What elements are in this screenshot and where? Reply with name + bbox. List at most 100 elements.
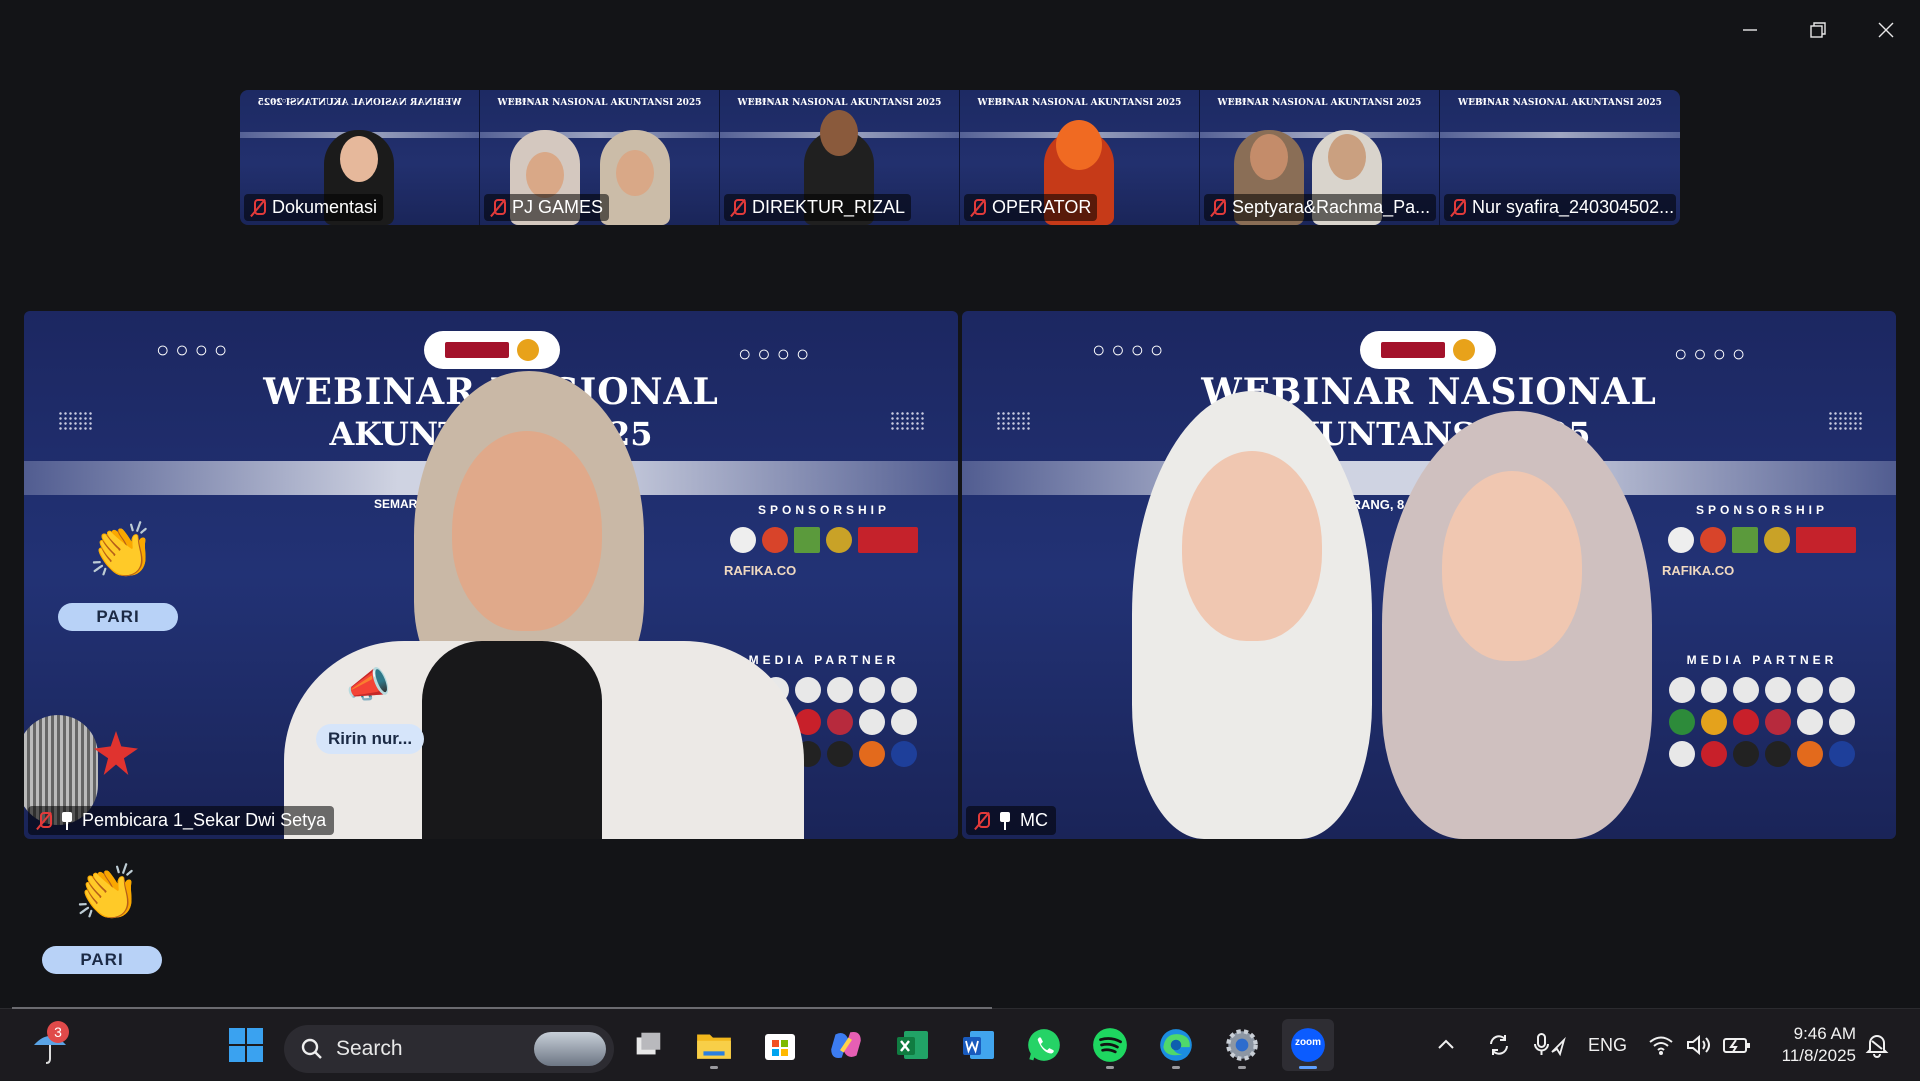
speaker-name: Pembicara 1_Sekar Dwi Setya <box>82 810 327 830</box>
participant-thumbnail[interactable]: ○○○○ WEBINAR NASIONAL AKUNTANSI 2025 Nur… <box>1440 90 1680 225</box>
thumbnail-banner: WEBINAR NASIONAL AKUNTANSI 2025 <box>257 98 462 108</box>
start-icon <box>229 1028 263 1062</box>
mic-location-button[interactable] <box>1534 1009 1566 1081</box>
participant-name: DIREKTUR_RIZAL <box>752 197 906 217</box>
microsoft-store-icon <box>765 1034 795 1060</box>
participant-thumbnail[interactable]: ○○○○ WEBINAR NASIONAL AKUNTANSI 2025 DIR… <box>720 90 960 225</box>
pin-icon <box>60 811 74 830</box>
excel-button[interactable] <box>886 1019 938 1071</box>
excel-icon <box>897 1031 928 1059</box>
minimize-icon <box>1743 29 1757 31</box>
whatsapp-button[interactable] <box>1018 1019 1070 1071</box>
megaphone-icon: 📣 <box>346 664 391 705</box>
speaker-top <box>422 641 602 839</box>
mc-face <box>1182 451 1322 641</box>
file-explorer-button[interactable] <box>688 1019 740 1071</box>
input-language-button[interactable]: ENG <box>1588 1009 1627 1081</box>
participant-face <box>526 152 564 198</box>
search-placeholder: Search <box>336 1037 403 1060</box>
copilot-button[interactable] <box>820 1019 872 1071</box>
clock-time: 9:46 AM <box>1793 1024 1856 1043</box>
sponsor-logos <box>714 527 934 553</box>
thumbnail-banner: WEBINAR NASIONAL AKUNTANSI 2025 <box>497 98 702 108</box>
zoom-meeting-window: ○○○○ WEBINAR NASIONAL AKUNTANSI 2025 Dok… <box>0 0 1920 1008</box>
participant-nameplate: PJ GAMES <box>484 194 610 221</box>
thumbnail-banner: WEBINAR NASIONAL AKUNTANSI 2025 <box>977 98 1182 108</box>
settings-icon <box>1226 1029 1258 1061</box>
reaction-name-pill: PARI <box>42 946 162 974</box>
sponsorship-heading: SPONSORSHIP <box>757 503 891 517</box>
word-button[interactable] <box>952 1019 1004 1071</box>
mic-muted-icon <box>730 198 746 217</box>
thumbnail-band <box>1440 132 1680 138</box>
decor-circles: ○○○○ <box>1674 341 1752 366</box>
notification-badge: 3 <box>47 1021 69 1043</box>
participant-thumbnail[interactable]: ○○○○ WEBINAR NASIONAL AKUNTANSI 2025 Sep… <box>1200 90 1440 225</box>
speaker-name: MC <box>1020 810 1048 830</box>
media-partner-logos <box>1652 677 1872 767</box>
running-indicator <box>710 1066 718 1069</box>
burst-graphic <box>94 731 138 775</box>
participant-nameplate: OPERATOR <box>964 194 1098 221</box>
mic-muted-icon <box>970 198 986 217</box>
participant-name: PJ GAMES <box>512 197 604 217</box>
participant-thumbnail[interactable]: ○○○○ WEBINAR NASIONAL AKUNTANSI 2025 Dok… <box>240 90 480 225</box>
edge-button[interactable] <box>1150 1019 1202 1071</box>
taskbar-clock[interactable]: 9:46 AM 11/8/2025 <box>1782 1023 1856 1067</box>
speaker-icon <box>1687 1034 1710 1056</box>
battery-button[interactable] <box>1722 1009 1752 1081</box>
file-explorer-icon <box>697 1034 731 1059</box>
speaker-tile[interactable]: ○○○○ ○○○○ WEBINAR NASIONAL AKUNTANSI 202… <box>962 311 1896 839</box>
participant-thumbnail[interactable]: ○○○○ WEBINAR NASIONAL AKUNTANSI 2025 PJ … <box>480 90 720 225</box>
participant-thumbnail-strip: ○○○○ WEBINAR NASIONAL AKUNTANSI 2025 Dok… <box>240 90 1680 225</box>
chat-bubble: Ririn nur... <box>316 724 425 754</box>
participant-face <box>1328 134 1366 180</box>
participant-name: Nur syafira_240304502... <box>1472 197 1675 217</box>
edge-icon <box>1160 1029 1192 1061</box>
task-view-icon <box>636 1032 661 1055</box>
participant-nameplate: DIREKTUR_RIZAL <box>724 194 912 221</box>
show-hidden-icons-button[interactable] <box>1436 1009 1456 1081</box>
volume-button[interactable] <box>1686 1009 1712 1081</box>
media-partner-heading: MEDIA PARTNER <box>1686 653 1838 667</box>
window-controls <box>1716 8 1920 52</box>
spotify-button[interactable] <box>1084 1019 1136 1071</box>
zoom-button[interactable]: zoom <box>1282 1019 1334 1071</box>
thumbnail-banner: WEBINAR NASIONAL AKUNTANSI 2025 <box>1458 98 1662 108</box>
sponsorship-block: SPONSORSHIP RAFIKA.CO <box>714 503 934 578</box>
restore-button[interactable] <box>1784 8 1852 52</box>
running-indicator <box>1106 1066 1114 1069</box>
speaker-view: ○○○○ ○○○○ WEBINAR NASIONAL AKUNTANSI 202… <box>24 311 1896 839</box>
fox-avatar <box>1056 120 1102 170</box>
microsoft-store-button[interactable] <box>754 1019 806 1071</box>
chevron-up-icon <box>1438 1039 1454 1049</box>
clap-reaction-icon: 👏 <box>74 863 142 923</box>
windows-taskbar: 3 Search zoom ENG 9:46 AM 11/8/2025 <box>0 1007 1920 1081</box>
mic-muted-icon <box>1450 198 1466 217</box>
task-view-button[interactable] <box>622 1019 674 1071</box>
notifications-button[interactable] <box>1864 1009 1890 1081</box>
close-button[interactable] <box>1852 8 1920 52</box>
mic-muted-icon <box>36 811 52 830</box>
speaker-face <box>452 431 602 631</box>
minimize-button[interactable] <box>1716 8 1784 52</box>
speaker-nameplate: MC <box>966 806 1056 835</box>
speaker-tile[interactable]: ○○○○ ○○○○ WEBINAR NASIONAL AKUNTANSI 202… <box>24 311 958 839</box>
taskbar-search[interactable]: Search <box>284 1025 614 1073</box>
participant-thumbnail[interactable]: ○○○○ WEBINAR NASIONAL AKUNTANSI 2025 OPE… <box>960 90 1200 225</box>
thumbnail-banner: WEBINAR NASIONAL AKUNTANSI 2025 <box>737 98 942 108</box>
settings-button[interactable] <box>1216 1019 1268 1071</box>
word-icon <box>963 1031 994 1059</box>
network-button[interactable] <box>1648 1009 1674 1081</box>
event-logo <box>1360 331 1496 369</box>
wifi-icon <box>1649 1036 1673 1055</box>
sponsorship-heading: SPONSORSHIP <box>1695 503 1829 517</box>
speaker-nameplate: Pembicara 1_Sekar Dwi Setya <box>28 806 335 835</box>
clock-date: 11/8/2025 <box>1781 1046 1856 1065</box>
sync-status-button[interactable] <box>1486 1009 1512 1081</box>
mic-muted-icon <box>974 811 990 830</box>
sponsor-name: RAFIKA.CO <box>724 563 797 578</box>
mic-muted-icon <box>1210 198 1226 217</box>
start-button[interactable] <box>220 1019 272 1071</box>
participant-name: Septyara&Rachma_Pa... <box>1232 197 1431 217</box>
